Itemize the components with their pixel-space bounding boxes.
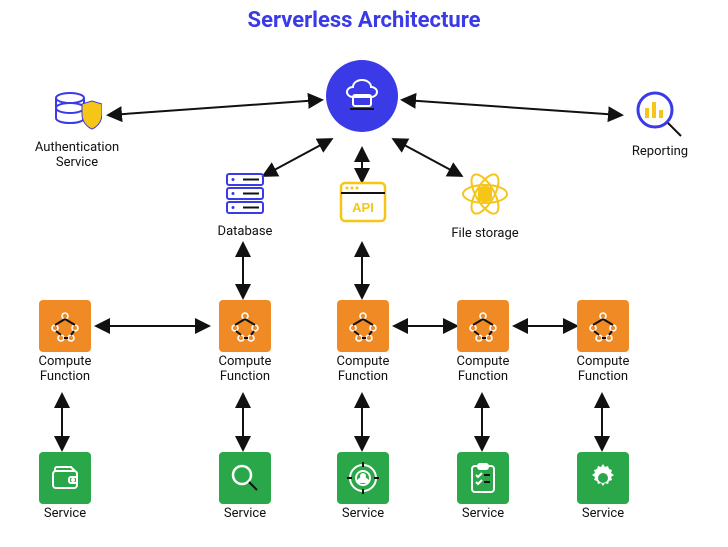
- service-node-3: Service: [448, 452, 518, 522]
- compute-label-1: ComputeFunction: [210, 355, 280, 385]
- svg-text:API: API: [352, 200, 374, 215]
- atom-storage-icon: [435, 168, 535, 224]
- compute-node-2: ComputeFunction: [328, 300, 398, 385]
- compute-label-4: ComputeFunction: [568, 355, 638, 385]
- compute-node-1: ComputeFunction: [210, 300, 280, 385]
- service-label-0: Service: [30, 507, 100, 522]
- compute-label-3: ComputeFunction: [448, 355, 518, 385]
- service-node-4: Service: [568, 452, 638, 522]
- auth-node: AuthenticationService: [22, 90, 132, 171]
- database-label: Database: [205, 225, 285, 240]
- diagram-canvas: Serverless Architecture: [0, 0, 728, 547]
- compute-node-0: ComputeFunction: [30, 300, 100, 385]
- file-storage-label: File storage: [435, 227, 535, 242]
- file-storage-node: File storage: [435, 168, 535, 242]
- magnify-chart-icon: [610, 90, 710, 142]
- service-node-2: Service: [328, 452, 398, 522]
- server-stack-icon: [205, 170, 285, 222]
- service-label-3: Service: [448, 507, 518, 522]
- compute-icon: [337, 300, 389, 352]
- gear-icon: [577, 452, 629, 504]
- service-label-4: Service: [568, 507, 638, 522]
- api-node: API: [335, 180, 391, 228]
- database-node: Database: [205, 170, 285, 240]
- service-node-1: Service: [210, 452, 280, 522]
- service-node-0: Service: [30, 452, 100, 522]
- reporting-node: Reporting: [610, 90, 710, 160]
- compute-icon: [457, 300, 509, 352]
- search-icon: [219, 452, 271, 504]
- reporting-label: Reporting: [610, 145, 710, 160]
- compute-label-0: ComputeFunction: [30, 355, 100, 385]
- hub-node: [326, 60, 398, 132]
- wallet-icon: [39, 452, 91, 504]
- compute-icon: [219, 300, 271, 352]
- checklist-icon: [457, 452, 509, 504]
- service-label-1: Service: [210, 507, 280, 522]
- auth-label: AuthenticationService: [22, 141, 132, 171]
- compute-node-3: ComputeFunction: [448, 300, 518, 385]
- cloud-laptop-icon: [326, 60, 398, 132]
- service-label-2: Service: [328, 507, 398, 522]
- api-window-icon: API: [335, 180, 391, 228]
- compute-label-2: ComputeFunction: [328, 355, 398, 385]
- compute-node-4: ComputeFunction: [568, 300, 638, 385]
- target-icon: [337, 452, 389, 504]
- database-shield-icon: [22, 90, 132, 138]
- compute-icon: [577, 300, 629, 352]
- compute-icon: [39, 300, 91, 352]
